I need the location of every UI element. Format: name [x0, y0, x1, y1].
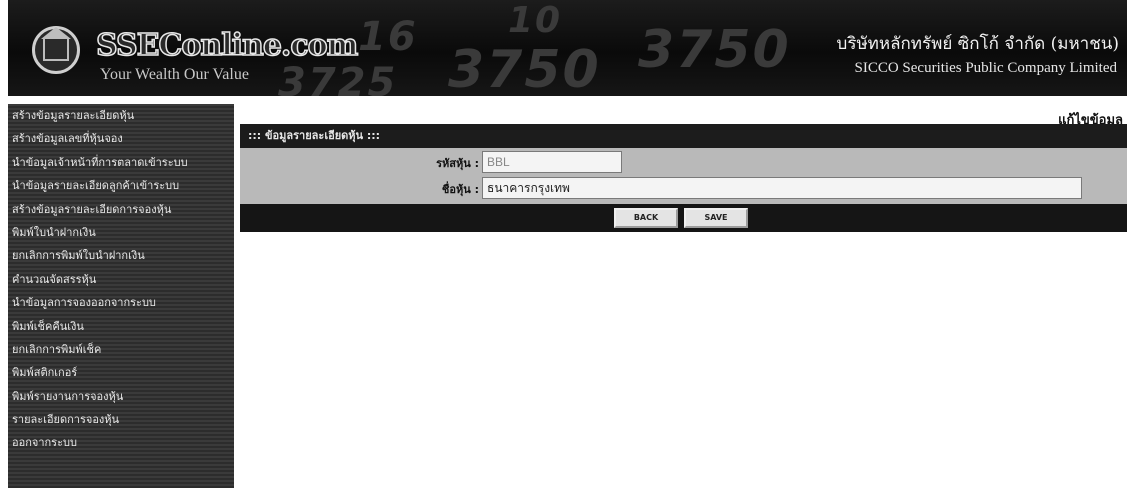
background-number: 16: [358, 14, 418, 60]
sidebar-item-create-reservation-numbers[interactable]: สร้างข้อมูลเลขที่หุ้นจอง: [8, 127, 234, 150]
sidebar-item-export-reservation[interactable]: นำข้อมูลการจองออกจากระบบ: [8, 291, 234, 314]
sidebar-item-cancel-deposit-slip[interactable]: ยกเลิกการพิมพ์ใบนำฝากเงิน: [8, 244, 234, 267]
sidebar-item-create-stock-details[interactable]: สร้างข้อมูลรายละเอียดหุ้น: [8, 104, 234, 127]
background-number: 3750: [638, 20, 791, 80]
sidebar-item-logout[interactable]: ออกจากระบบ: [8, 431, 234, 454]
background-number: 3750: [448, 40, 601, 96]
stock-code-input[interactable]: [482, 151, 622, 173]
sidebar-item-print-refund-cheque[interactable]: พิมพ์เช็คคืนเงิน: [8, 315, 234, 338]
sidebar-item-print-sticker[interactable]: พิมพ์สติกเกอร์: [8, 361, 234, 384]
stock-detail-form: ::: ข้อมูลรายละเอียดหุ้น ::: รหัสหุ้น : …: [240, 124, 1127, 232]
stock-code-label: รหัสหุ้น :: [436, 157, 479, 170]
stock-name-row: ชื่อหุ้น :: [240, 176, 1127, 200]
form-button-bar: BACK SAVE: [240, 204, 1127, 232]
sidebar-item-print-deposit-slip[interactable]: พิมพ์ใบนำฝากเงิน: [8, 221, 234, 244]
site-logo[interactable]: SSEConline.com: [95, 27, 359, 64]
sidebar-item-calculate-allocation[interactable]: คำนวณจัดสรรหุ้น: [8, 268, 234, 291]
site-header: 16 10 3750 3750 3725 SSEConline.com Your…: [8, 0, 1127, 96]
back-button[interactable]: BACK: [614, 208, 678, 228]
sidebar-item-import-marketing-staff[interactable]: นำข้อมูลเจ้าหน้าที่การตลาดเข้าระบบ: [8, 151, 234, 174]
background-number: 10: [508, 0, 563, 41]
background-number: 3725: [278, 60, 398, 96]
company-seal-icon[interactable]: [32, 26, 80, 74]
form-header: ::: ข้อมูลรายละเอียดหุ้น :::: [240, 124, 1127, 148]
site-tagline: Your Wealth Our Value: [100, 66, 249, 83]
sidebar-item-create-reservation-details[interactable]: สร้างข้อมูลรายละเอียดการจองหุ้น: [8, 198, 234, 221]
sidebar-menu: สร้างข้อมูลรายละเอียดหุ้น สร้างข้อมูลเลข…: [8, 104, 234, 488]
sidebar-item-import-customer-details[interactable]: นำข้อมูลรายละเอียดลูกค้าเข้าระบบ: [8, 174, 234, 197]
stock-name-input[interactable]: [482, 177, 1082, 199]
sidebar-item-cancel-cheque[interactable]: ยกเลิกการพิมพ์เช็ค: [8, 338, 234, 361]
stock-name-label: ชื่อหุ้น :: [441, 183, 479, 196]
sidebar-item-print-report[interactable]: พิมพ์รายงานการจองหุ้น: [8, 385, 234, 408]
company-name-english: SICCO Securities Public Company Limited: [854, 60, 1118, 76]
stock-code-row: รหัสหุ้น :: [240, 150, 1127, 174]
sidebar-item-reservation-details[interactable]: รายละเอียดการจองหุ้น: [8, 408, 234, 431]
save-button[interactable]: SAVE: [684, 208, 748, 228]
company-name-thai: บริษัทหลักทรัพย์ ซิกโก้ จำกัด (มหาชน): [836, 34, 1119, 54]
